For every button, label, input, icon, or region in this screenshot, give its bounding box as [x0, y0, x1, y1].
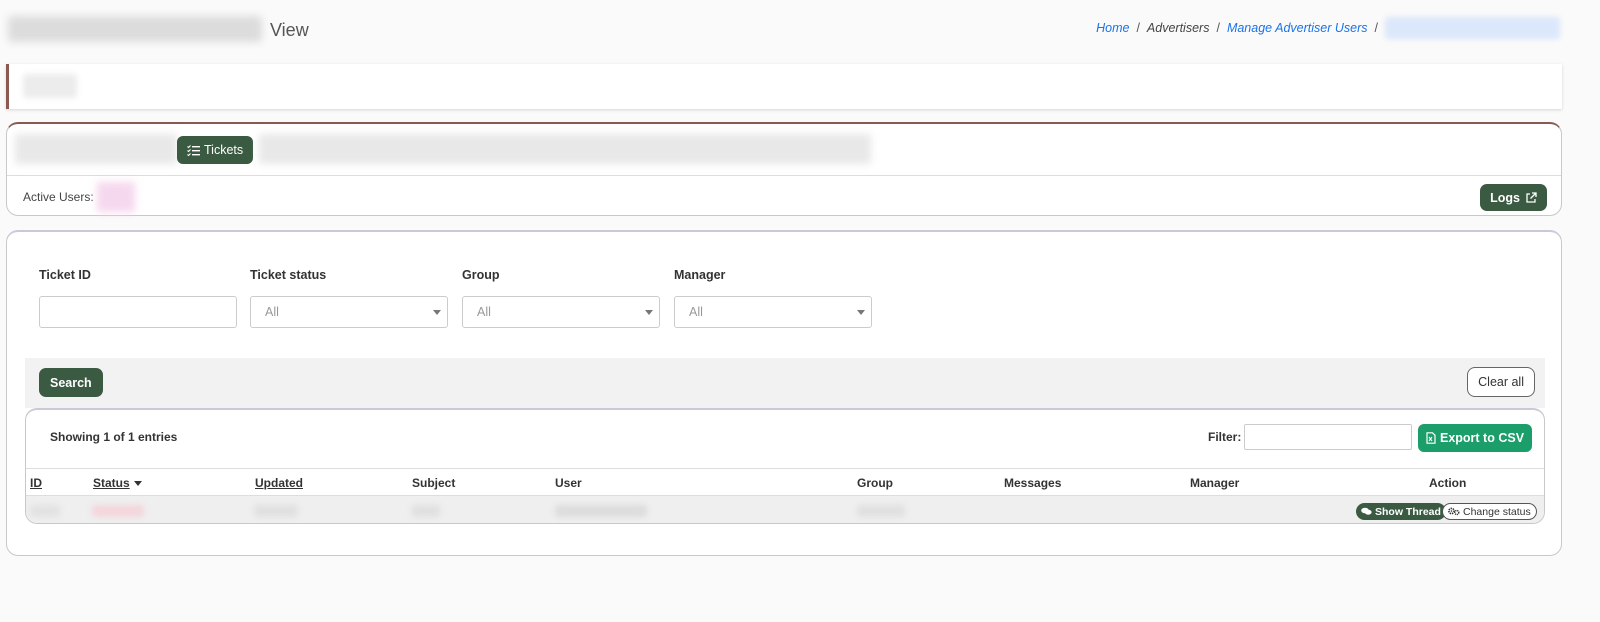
show-thread-label: Show Thread [1375, 505, 1441, 518]
clear-all-button[interactable]: Clear all [1467, 367, 1535, 397]
change-status-label: Change status [1463, 505, 1531, 518]
redacted-cell [412, 505, 440, 517]
manager-value: All [689, 305, 703, 319]
redacted-cell [857, 505, 905, 517]
entries-count: Showing 1 of 1 entries [50, 430, 178, 444]
export-csv-button[interactable]: Export to CSV [1418, 424, 1533, 452]
user-summary-card [6, 64, 1562, 109]
group-value: All [477, 305, 491, 319]
group-field: Group All [462, 268, 660, 328]
group-label: Group [462, 268, 500, 282]
show-thread-button[interactable]: Show Thread [1356, 503, 1446, 520]
breadcrumb-separator: / [1374, 21, 1378, 35]
redacted-cell [555, 505, 647, 517]
tab-tickets[interactable]: Tickets [177, 136, 254, 164]
ticket-status-field: Ticket status All [250, 268, 448, 328]
chevron-down-icon [433, 310, 441, 315]
file-csv-icon [1426, 432, 1436, 444]
comments-icon [1361, 507, 1372, 516]
logs-button[interactable]: Logs [1480, 184, 1547, 211]
table-row: Show Thread Change status [26, 496, 1544, 523]
ticket-status-label: Ticket status [250, 268, 327, 282]
page-header: View Home / Advertisers / Manage Adverti… [6, 10, 1594, 50]
chevron-down-icon [645, 310, 653, 315]
page-title: View [270, 20, 309, 40]
column-id[interactable]: ID [30, 476, 42, 490]
column-subject: Subject [412, 476, 456, 490]
chevron-down-icon [857, 310, 865, 315]
logs-button-label: Logs [1490, 190, 1520, 205]
column-action: Action [1429, 476, 1467, 490]
manager-field: Manager All [674, 268, 872, 328]
redacted-active-users [97, 182, 135, 212]
ticket-status-value: All [265, 305, 279, 319]
redacted-title [8, 16, 262, 42]
column-group: Group [857, 476, 893, 490]
column-updated[interactable]: Updated [255, 476, 303, 490]
filter-label: Filter: [1208, 430, 1242, 444]
ticket-id-label: Ticket ID [39, 268, 91, 282]
redacted-cell [92, 505, 144, 517]
tabs-row: Tickets [7, 124, 1561, 176]
user-tabs-card: Tickets Active Users: Logs [6, 122, 1562, 216]
search-bar: Search Clear all [25, 358, 1545, 408]
breadcrumb-advertisers: Advertisers [1146, 21, 1210, 35]
breadcrumb: Home / Advertisers / Manage Advertiser U… [1096, 17, 1560, 39]
list-check-icon [187, 144, 200, 156]
table-header: ID Status Updated Subject User Group Mes… [26, 468, 1544, 496]
column-status[interactable]: Status [93, 476, 142, 490]
column-status-label: Status [93, 476, 130, 490]
breadcrumb-separator: / [1136, 21, 1140, 35]
sort-desc-icon [133, 481, 142, 487]
redacted-cell [254, 505, 298, 517]
external-link-icon [1525, 191, 1537, 204]
tickets-card: Ticket ID Ticket status All Group All Ma… [6, 230, 1562, 556]
redacted-tabs-right [259, 134, 871, 164]
ticket-id-input[interactable] [39, 296, 237, 328]
breadcrumb-current-redacted [1385, 17, 1560, 39]
active-users-label: Active Users: [23, 190, 94, 204]
column-user: User [555, 476, 582, 490]
filter-input[interactable] [1244, 424, 1412, 450]
export-csv-label: Export to CSV [1440, 431, 1525, 445]
column-manager: Manager [1190, 476, 1240, 490]
group-select[interactable]: All [462, 296, 660, 328]
redacted-cell [30, 505, 60, 517]
redacted-summary [23, 74, 77, 98]
gears-icon [1448, 507, 1460, 516]
breadcrumb-manage-users[interactable]: Manage Advertiser Users [1227, 21, 1368, 35]
manager-select[interactable]: All [674, 296, 872, 328]
change-status-button[interactable]: Change status [1442, 503, 1537, 520]
ticket-id-field: Ticket ID [39, 268, 237, 328]
column-messages: Messages [1004, 476, 1062, 490]
breadcrumb-separator: / [1216, 21, 1220, 35]
search-button[interactable]: Search [39, 368, 103, 397]
redacted-tabs-left [15, 134, 177, 164]
ticket-status-select[interactable]: All [250, 296, 448, 328]
tab-tickets-label: Tickets [204, 143, 244, 157]
manager-label: Manager [674, 268, 726, 282]
breadcrumb-home[interactable]: Home [1096, 21, 1129, 35]
tickets-table-card: Showing 1 of 1 entries Filter: Export to… [25, 408, 1545, 524]
